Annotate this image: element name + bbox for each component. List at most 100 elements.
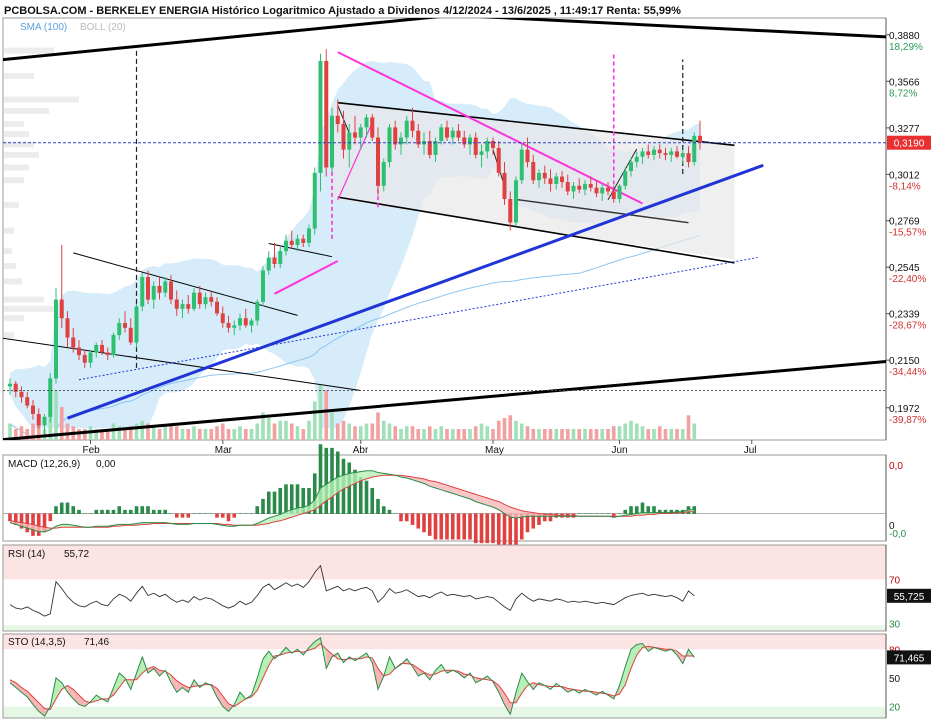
volume-bar (588, 429, 593, 440)
candle-body (180, 304, 185, 309)
macd-histogram-bar (111, 509, 116, 514)
candle-body (197, 292, 202, 305)
macd-histogram-bar (140, 506, 145, 514)
macd-histogram-bar (249, 513, 254, 514)
candle-body (560, 176, 564, 183)
time-tick-label: May (485, 445, 504, 456)
volume-profile-bar (4, 151, 39, 158)
candle-body (462, 137, 467, 145)
chart-title: PCBOLSA.COM - BERKELEY ENERGIA Histórico… (4, 5, 681, 17)
current-price-value: 0,3190 (894, 139, 925, 150)
candle-body (249, 320, 254, 326)
price-tick-label: 0,3566 (889, 77, 920, 88)
macd-histogram-bar (399, 513, 403, 522)
volume-bar (537, 429, 541, 440)
candle-body (341, 124, 346, 150)
volume-bar (445, 429, 449, 440)
candle-body (393, 127, 398, 145)
volume-bar (278, 420, 283, 440)
volume-bar (77, 429, 81, 440)
macd-histogram-bar (496, 513, 501, 547)
volume-bar (226, 429, 231, 440)
macd-histogram-bar (266, 491, 271, 514)
macd-histogram-bar (284, 484, 288, 514)
macd-histogram-bar (393, 513, 398, 514)
time-tick-label: Feb (83, 445, 101, 456)
macd-histogram-bar (588, 513, 593, 514)
macd-histogram-bar (594, 513, 599, 514)
volume-bar (680, 429, 685, 440)
volume-bar (209, 429, 214, 440)
macd-histogram-bar (445, 513, 449, 540)
volume-bar (197, 429, 202, 440)
macd-panel: MACD (12,26,9) 0,00 0,0 0 -0,0 (2, 444, 907, 555)
candle-body (634, 156, 639, 163)
candle-body (479, 151, 484, 155)
candle-body (600, 187, 605, 194)
candle-body (680, 153, 685, 157)
volume-bar (347, 423, 352, 440)
rsi-title: RSI (14) (8, 549, 45, 560)
candle-body (169, 281, 173, 300)
macd-histogram-bar (128, 509, 133, 514)
candle-body (203, 297, 208, 305)
candle-body (410, 120, 415, 131)
volume-bar (525, 426, 530, 440)
volume-bar (151, 426, 156, 440)
volume-bar (692, 423, 697, 440)
volume-bar (611, 426, 616, 440)
volume-bar (652, 429, 656, 440)
candle-body (220, 313, 225, 323)
macd-histogram-bar (174, 513, 179, 518)
sto-series (9, 636, 695, 717)
macd-histogram-bar (416, 513, 421, 529)
candle-body (652, 149, 656, 155)
candle-body (508, 199, 513, 223)
time-tick-label: Jul (744, 445, 757, 456)
candle-body (496, 147, 501, 173)
macd-histogram-bar (226, 513, 231, 522)
macd-histogram-bar (100, 509, 104, 514)
candle-body (531, 162, 536, 181)
candle-body (554, 176, 559, 184)
candle-body (606, 187, 610, 192)
sto-current-value: 71,465 (894, 653, 925, 664)
rsi-value: 55,72 (64, 549, 89, 560)
macd-histogram-bar (606, 513, 610, 514)
volume-bar (606, 429, 610, 440)
time-tick-label: Mar (215, 445, 233, 456)
candle-body (439, 127, 444, 141)
candle-body (134, 306, 139, 343)
volume-profile-bar (4, 177, 24, 184)
volume-profile-bar (4, 278, 22, 285)
candle-body (514, 180, 518, 223)
volume-bar (163, 426, 168, 440)
macd-histogram-bar (255, 506, 260, 514)
macd-histogram-bar (169, 513, 173, 514)
volume-profile-bar (4, 332, 14, 339)
price-tick-pct: -8,14% (889, 181, 921, 192)
time-tick-label: Jun (612, 445, 628, 456)
macd-histogram-bar (600, 513, 605, 514)
candle-body (238, 318, 242, 326)
volume-bar (657, 426, 662, 440)
volume-bar (531, 429, 536, 440)
candle-body (36, 413, 41, 426)
macd-histogram-bar (192, 513, 196, 514)
macd-histogram-bar (65, 502, 70, 514)
candle-body (324, 60, 329, 168)
sto-value: 71,46 (84, 637, 109, 648)
volume-bar (473, 426, 478, 440)
macd-histogram-bar (134, 506, 139, 514)
macd-histogram-bar (157, 509, 162, 514)
candle-body (473, 137, 478, 155)
volume-bar (295, 426, 300, 440)
candle-body (330, 115, 334, 168)
candle-body (571, 185, 576, 192)
volume-bar (623, 423, 628, 440)
macd-histogram-bar (410, 513, 415, 525)
candle-body (192, 292, 196, 309)
volume-bar (82, 429, 87, 440)
volume-bar (65, 423, 70, 440)
candle-body (209, 297, 214, 302)
